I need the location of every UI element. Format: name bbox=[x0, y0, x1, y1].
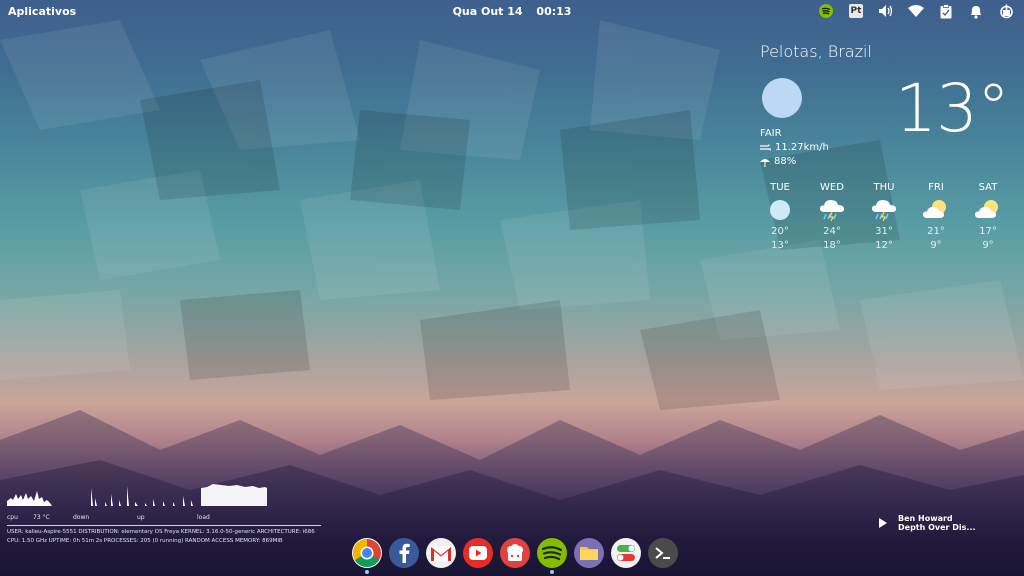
monitor-labels: cpu 73 °C down up load bbox=[7, 514, 323, 521]
thunderstorm-icon bbox=[864, 197, 904, 223]
wifi-icon[interactable] bbox=[908, 3, 924, 19]
wind-row: 11.27km/h bbox=[760, 142, 829, 153]
forecast-low: 18° bbox=[823, 240, 841, 251]
weather-condition: FAIR bbox=[760, 128, 782, 139]
system-info-row: USER: kalieu-Aspire-5551 DISTRIBUTION: e… bbox=[7, 529, 315, 535]
down-label: down bbox=[73, 514, 90, 521]
dock-gmail-icon[interactable] bbox=[426, 538, 456, 568]
thunderstorm-icon bbox=[812, 197, 852, 223]
notifications-bell-icon[interactable] bbox=[968, 3, 984, 19]
dock-spotify-icon[interactable] bbox=[537, 538, 567, 574]
top-panel: Aplicativos Qua Out 14 00:13 Pt bbox=[0, 0, 1024, 22]
forecast-low: 9° bbox=[982, 240, 994, 251]
running-indicator bbox=[550, 570, 554, 574]
dock-popcorn-icon[interactable] bbox=[500, 538, 530, 568]
cpu-temp: 73 °C bbox=[33, 514, 50, 521]
partly-cloudy-icon bbox=[916, 197, 956, 223]
forecast-day: THU 31° 12° bbox=[864, 182, 904, 251]
forecast-high: 31° bbox=[875, 226, 893, 237]
forecast-row: TUE 20° 13° WED 24° 18° THU 31° 12° FRI bbox=[760, 182, 1008, 251]
forecast-low: 9° bbox=[930, 240, 942, 251]
forecast-low: 12° bbox=[875, 240, 893, 251]
dock-files-icon[interactable] bbox=[574, 538, 604, 568]
forecast-day-name: THU bbox=[873, 182, 895, 193]
music-widget: Ben Howard Depth Over Dis... bbox=[878, 514, 976, 532]
keyboard-layout-indicator[interactable]: Pt bbox=[848, 3, 864, 19]
track-title: Depth Over Dis... bbox=[898, 523, 976, 532]
system-tray: Pt bbox=[818, 3, 1014, 19]
forecast-day: SAT 17° 9° bbox=[968, 182, 1008, 251]
umbrella-icon bbox=[760, 158, 770, 167]
sun-icon bbox=[760, 197, 800, 223]
keyboard-layout-label: Pt bbox=[849, 4, 863, 18]
up-label: up bbox=[137, 514, 145, 521]
wind-speed: 11.27km/h bbox=[775, 142, 829, 153]
wind-icon bbox=[760, 144, 771, 151]
humidity-row: 88% bbox=[760, 156, 796, 167]
dock-facebook-icon[interactable] bbox=[389, 538, 419, 568]
forecast-high: 24° bbox=[823, 226, 841, 237]
monitor-divider bbox=[7, 525, 321, 526]
volume-icon[interactable] bbox=[878, 3, 894, 19]
dock-chrome-icon[interactable] bbox=[352, 538, 382, 574]
dock bbox=[352, 538, 678, 574]
spotify-indicator-icon[interactable] bbox=[818, 3, 834, 19]
forecast-day: WED 24° 18° bbox=[812, 182, 852, 251]
forecast-day-name: WED bbox=[820, 182, 844, 193]
forecast-day: FRI 21° 9° bbox=[916, 182, 956, 251]
system-stats-row: CPU: 1.50 GHz UPTIME: 0h 51m 2s PROCESSE… bbox=[7, 538, 283, 544]
forecast-day-name: FRI bbox=[928, 182, 944, 193]
dock-settings-icon[interactable] bbox=[611, 538, 641, 568]
load-label: load bbox=[197, 514, 210, 521]
current-temperature: 13° bbox=[895, 70, 1010, 147]
session-power-icon[interactable] bbox=[998, 3, 1014, 19]
weather-widget: Pelotas, Brazil 13° FAIR 11.27km/h 88% T… bbox=[760, 42, 1010, 251]
track-artist: Ben Howard bbox=[898, 514, 953, 523]
cpu-label: cpu bbox=[7, 514, 18, 521]
forecast-day-name: TUE bbox=[770, 182, 790, 193]
current-weather-sun-icon bbox=[762, 78, 802, 118]
partly-cloudy-icon bbox=[968, 197, 1008, 223]
running-indicator bbox=[365, 570, 369, 574]
clock-date: Qua Out 14 bbox=[452, 5, 523, 18]
forecast-low: 13° bbox=[771, 240, 789, 251]
dock-terminal-icon[interactable] bbox=[648, 538, 678, 568]
forecast-high: 20° bbox=[771, 226, 789, 237]
forecast-day: TUE 20° 13° bbox=[760, 182, 800, 251]
forecast-high: 17° bbox=[979, 226, 997, 237]
play-icon[interactable] bbox=[878, 518, 888, 528]
humidity-value: 88% bbox=[774, 156, 797, 167]
clock-time: 00:13 bbox=[536, 5, 572, 18]
dock-youtube-icon[interactable] bbox=[463, 538, 493, 568]
weather-city: Pelotas, Brazil bbox=[760, 42, 872, 61]
system-monitor: cpu 73 °C down up load USER: kalieu-Aspi… bbox=[7, 482, 323, 547]
activity-graph bbox=[7, 484, 267, 506]
clipboard-icon[interactable] bbox=[938, 3, 954, 19]
forecast-day-name: SAT bbox=[978, 182, 998, 193]
forecast-high: 21° bbox=[927, 226, 945, 237]
